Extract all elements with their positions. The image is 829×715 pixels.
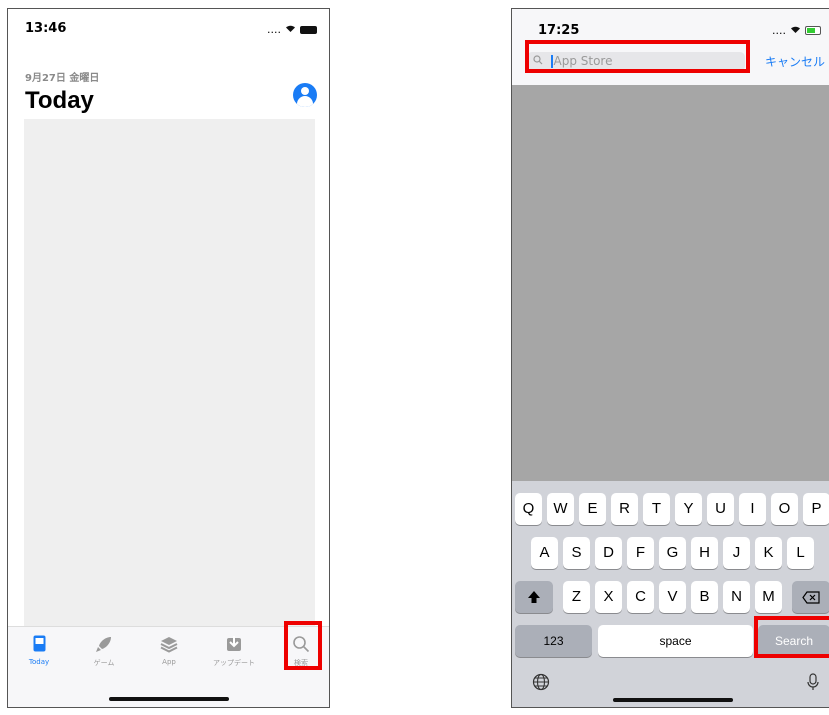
highlight-search-tab: [284, 621, 322, 670]
tab-label: アップデート: [213, 659, 255, 667]
rocket-icon: [78, 635, 130, 655]
highlight-search-field: [525, 40, 750, 73]
key[interactable]: A: [531, 537, 558, 569]
key[interactable]: U: [707, 493, 734, 525]
tab-bar: Today ゲーム App アップデート 検索: [8, 626, 329, 707]
tab-games[interactable]: ゲーム: [78, 635, 130, 668]
key[interactable]: I: [739, 493, 766, 525]
key[interactable]: Y: [675, 493, 702, 525]
app-store-today-screen: 13:46 .... 9月27日 金曜日 Today Today ゲーム App…: [7, 8, 330, 708]
key[interactable]: B: [691, 581, 718, 613]
account-avatar-icon[interactable]: [293, 83, 317, 107]
layers-icon: [143, 635, 195, 655]
status-time: 17:25: [538, 23, 580, 38]
app-store-search-screen: 17:25 .... App Store キャンセル Q W E R T Y U…: [511, 8, 829, 708]
status-icons: ....: [772, 24, 821, 37]
page-title: Today: [25, 87, 94, 114]
battery-icon: [300, 25, 317, 34]
delete-key[interactable]: [792, 581, 829, 613]
key[interactable]: H: [691, 537, 718, 569]
home-indicator[interactable]: [612, 698, 733, 702]
key[interactable]: E: [579, 493, 606, 525]
key[interactable]: W: [547, 493, 574, 525]
key[interactable]: M: [755, 581, 782, 613]
numbers-key[interactable]: 123: [515, 625, 592, 657]
signal-icon: ....: [772, 24, 786, 37]
key[interactable]: P: [803, 493, 829, 525]
status-icons: ....: [267, 23, 317, 36]
battery-icon: [805, 26, 821, 35]
key[interactable]: K: [755, 537, 782, 569]
key[interactable]: L: [787, 537, 814, 569]
key[interactable]: Q: [515, 493, 542, 525]
key[interactable]: Z: [563, 581, 590, 613]
today-card[interactable]: [24, 119, 315, 627]
key[interactable]: O: [771, 493, 798, 525]
key[interactable]: C: [627, 581, 654, 613]
key[interactable]: J: [723, 537, 750, 569]
tab-label: App: [162, 658, 176, 666]
cancel-button[interactable]: キャンセル: [765, 53, 825, 70]
space-key[interactable]: space: [598, 625, 753, 657]
tab-updates[interactable]: アップデート: [208, 635, 260, 668]
backspace-icon: [802, 590, 820, 604]
status-time: 13:46: [25, 21, 67, 36]
key[interactable]: D: [595, 537, 622, 569]
key[interactable]: F: [627, 537, 654, 569]
key[interactable]: N: [723, 581, 750, 613]
wifi-icon: [284, 23, 297, 36]
globe-icon[interactable]: [532, 673, 550, 696]
tab-label: ゲーム: [93, 659, 115, 667]
tab-label: Today: [28, 658, 50, 666]
microphone-icon[interactable]: [807, 673, 819, 696]
home-indicator[interactable]: [108, 697, 229, 701]
key[interactable]: X: [595, 581, 622, 613]
key[interactable]: G: [659, 537, 686, 569]
signal-icon: ....: [267, 23, 281, 36]
keyboard: Q W E R T Y U I O P A S D F G H J K L Z …: [512, 481, 829, 707]
tab-today[interactable]: Today: [13, 635, 65, 666]
key[interactable]: T: [643, 493, 670, 525]
key[interactable]: V: [659, 581, 686, 613]
today-icon: [13, 635, 65, 655]
page-date: 9月27日 金曜日: [25, 73, 100, 84]
shift-key[interactable]: [515, 581, 553, 613]
download-icon: [208, 635, 260, 655]
tab-apps[interactable]: App: [143, 635, 195, 666]
shift-icon: [528, 591, 540, 604]
highlight-search-key: [754, 616, 829, 658]
wifi-icon: [789, 24, 802, 37]
key[interactable]: R: [611, 493, 638, 525]
key[interactable]: S: [563, 537, 590, 569]
